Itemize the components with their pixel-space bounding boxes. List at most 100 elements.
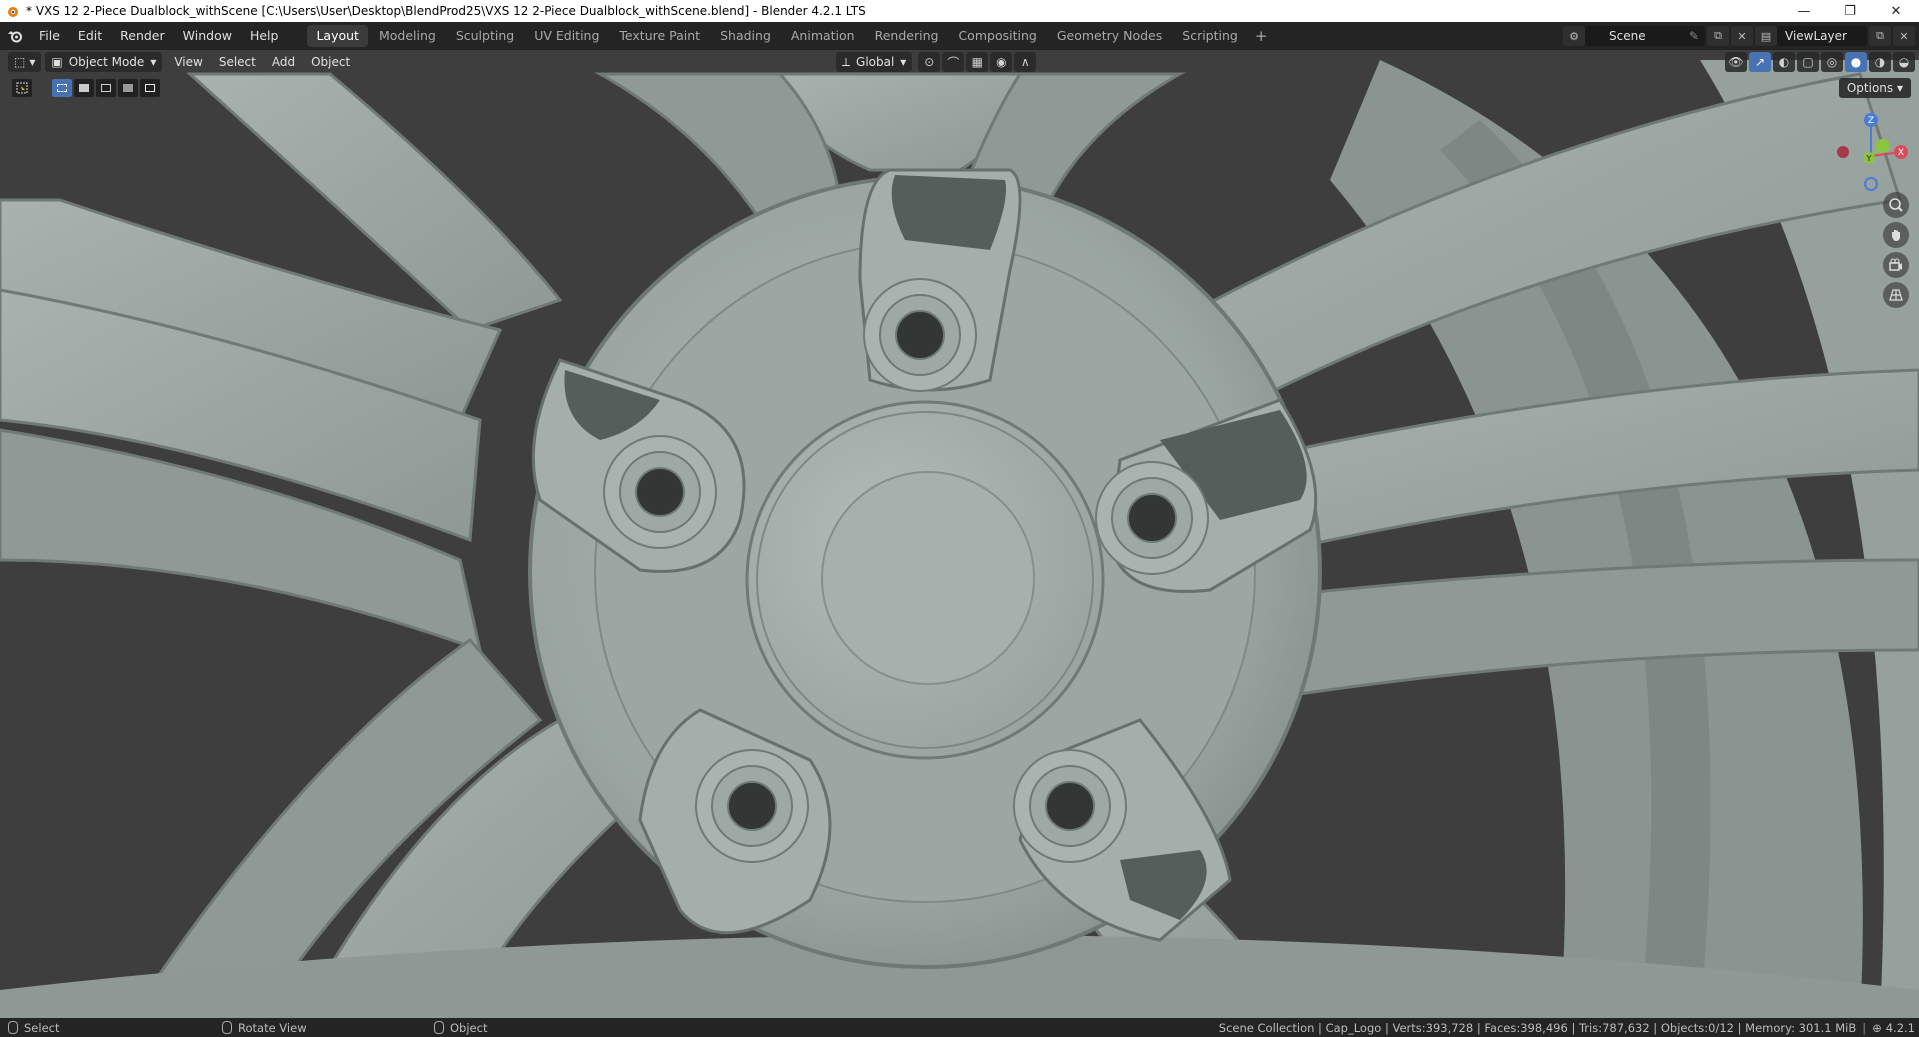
- tab-scripting[interactable]: Scripting: [1173, 25, 1247, 47]
- select-tool-row: [12, 78, 162, 98]
- scene-name: Scene: [1609, 29, 1646, 43]
- mode-intersect-icon[interactable]: [140, 79, 160, 97]
- new-view-layer-icon[interactable]: ⧉: [1869, 26, 1891, 46]
- 3d-viewport[interactable]: [0, 50, 1919, 1018]
- menu-window[interactable]: Window: [174, 25, 241, 47]
- zoom-icon[interactable]: [1883, 192, 1909, 218]
- options-dropdown[interactable]: Options ▾: [1838, 78, 1911, 98]
- minimize-button[interactable]: —: [1781, 0, 1827, 22]
- menu-add[interactable]: Add: [264, 52, 303, 72]
- blender-topbar: File Edit Render Window Help Layout Mode…: [0, 22, 1919, 50]
- menu-file[interactable]: File: [30, 25, 69, 47]
- orientation-label: Global: [856, 55, 895, 69]
- pan-hand-icon[interactable]: [1883, 222, 1909, 248]
- orientation-icon: ⟂: [842, 54, 851, 69]
- status-select-label: Select: [24, 1020, 60, 1035]
- status-rotate-label: Rotate View: [238, 1020, 307, 1035]
- window-titlebar: * VXS 12 2-Piece Dualblock_withScene [C:…: [0, 0, 1919, 22]
- tab-uv-editing[interactable]: UV Editing: [525, 25, 608, 47]
- object-mode-icon: ▣: [51, 55, 63, 69]
- perspective-grid-icon[interactable]: [1883, 282, 1909, 308]
- status-hint-select: Select: [8, 1018, 59, 1037]
- chevron-down-icon: ▾: [150, 55, 157, 69]
- scene-selector: ⚙ Scene ✎ ⧉ ✕: [1561, 25, 1753, 47]
- solid-shading-icon[interactable]: ●: [1845, 52, 1867, 72]
- falloff-icon[interactable]: ∧: [1014, 52, 1037, 72]
- tab-animation[interactable]: Animation: [782, 25, 864, 47]
- blender-menu-icon[interactable]: [0, 22, 30, 50]
- mode-set-icon[interactable]: [52, 79, 72, 97]
- rendered-shading-icon[interactable]: ◒: [1893, 52, 1915, 72]
- menu-help[interactable]: Help: [241, 25, 288, 47]
- wireframe-shading-icon[interactable]: ◎: [1821, 52, 1843, 72]
- visibility-icon[interactable]: 👁: [1725, 52, 1747, 72]
- gizmo-x-label: X: [1898, 148, 1904, 158]
- navigation-gizmo[interactable]: Z X Y: [1831, 108, 1911, 198]
- wheel-render: [0, 50, 1919, 1018]
- stats-text: Scene Collection | Cap_Logo | Verts:393,…: [1218, 1020, 1857, 1035]
- proportional-edit-icon[interactable]: ◉: [990, 52, 1013, 72]
- pivot-point-icon[interactable]: ⊙: [918, 52, 941, 72]
- mode-invert-icon[interactable]: [118, 79, 138, 97]
- scene-statistics: Scene Collection | Cap_Logo | Verts:393,…: [1219, 1018, 1915, 1037]
- overlay-icon[interactable]: ◐: [1773, 52, 1795, 72]
- status-hint-rotate: Rotate View: [222, 1018, 307, 1037]
- gizmo-z-label: Z: [1868, 116, 1874, 126]
- maximize-button[interactable]: ❐: [1827, 0, 1873, 22]
- network-icon: ⊕: [1872, 1020, 1882, 1035]
- add-workspace-button[interactable]: +: [1249, 27, 1274, 45]
- version-text: 4.2.1: [1885, 1020, 1915, 1035]
- menu-select[interactable]: Select: [211, 52, 264, 72]
- snap-target-icon[interactable]: ▦: [966, 52, 989, 72]
- tab-layout[interactable]: Layout: [307, 25, 368, 47]
- blender-app-icon: [4, 3, 20, 19]
- delete-scene-icon[interactable]: ✕: [1731, 26, 1753, 46]
- options-label: Options: [1846, 81, 1894, 95]
- mode-extend-icon[interactable]: [74, 79, 94, 97]
- shading-tools: 👁 ↗ ◐ ▢ ◎ ● ◑ ◒: [1723, 52, 1915, 72]
- mode-subtract-icon[interactable]: [96, 79, 116, 97]
- tab-shading[interactable]: Shading: [711, 25, 780, 47]
- tab-geometry-nodes[interactable]: Geometry Nodes: [1048, 25, 1171, 47]
- editor-type-icon: ⬚: [14, 55, 26, 69]
- close-button[interactable]: ✕: [1873, 0, 1919, 22]
- tab-rendering[interactable]: Rendering: [866, 25, 948, 47]
- scene-field[interactable]: Scene ✎: [1585, 26, 1705, 46]
- camera-view-icon[interactable]: [1883, 252, 1909, 278]
- select-box-tool-icon[interactable]: [12, 79, 32, 97]
- mode-selector[interactable]: ▣ Object Mode ▾: [45, 52, 163, 72]
- new-scene-icon[interactable]: ⧉: [1707, 26, 1729, 46]
- mode-label: Object Mode: [68, 55, 145, 69]
- transform-tools: ⟂ Global ▾ ⊙ ⌒ ▦ ◉ ∧: [836, 52, 1037, 72]
- transform-orientation-selector[interactable]: ⟂ Global ▾: [836, 52, 913, 72]
- status-bar: Select Rotate View Object Scene Collecti…: [0, 1018, 1919, 1037]
- tab-compositing[interactable]: Compositing: [949, 25, 1045, 47]
- delete-view-layer-icon[interactable]: ✕: [1893, 26, 1915, 46]
- view-layer-icon[interactable]: ▤: [1755, 26, 1777, 46]
- tab-texture-paint[interactable]: Texture Paint: [610, 25, 709, 47]
- material-shading-icon[interactable]: ◑: [1869, 52, 1891, 72]
- editor-type-button[interactable]: ⬚ ▾: [8, 52, 42, 72]
- viewport-header: ⬚ ▾ ▣ Object Mode ▾ View Select Add Objec…: [0, 50, 1919, 74]
- gizmo-toggle-icon[interactable]: ↗: [1749, 52, 1771, 72]
- xray-icon[interactable]: ▢: [1797, 52, 1819, 72]
- workspace-tabs: Layout Modeling Sculpting UV Editing Tex…: [307, 25, 1273, 47]
- window-title: * VXS 12 2-Piece Dualblock_withScene [C:…: [26, 4, 866, 18]
- menu-render[interactable]: Render: [111, 25, 174, 47]
- mouse-left-icon: [8, 1021, 18, 1034]
- tab-modeling[interactable]: Modeling: [370, 25, 445, 47]
- snap-icon[interactable]: ⌒: [942, 52, 965, 72]
- chevron-down-icon: ▾: [900, 55, 907, 69]
- menu-view[interactable]: View: [166, 52, 210, 72]
- menu-edit[interactable]: Edit: [69, 25, 111, 47]
- status-object-label: Object: [450, 1020, 488, 1035]
- scene-type-icon[interactable]: ⚙: [1563, 26, 1585, 46]
- view-layer-selector: ▤ ViewLayer ⧉ ✕: [1753, 25, 1915, 47]
- navigation-buttons: [1883, 192, 1909, 312]
- menu-object[interactable]: Object: [303, 52, 358, 72]
- separator: |: [1862, 1020, 1867, 1035]
- pin-icon[interactable]: ✎: [1689, 26, 1699, 46]
- gizmo-y-label: Y: [1866, 154, 1872, 163]
- tab-sculpting[interactable]: Sculpting: [447, 25, 523, 47]
- view-layer-field[interactable]: ViewLayer: [1777, 26, 1867, 46]
